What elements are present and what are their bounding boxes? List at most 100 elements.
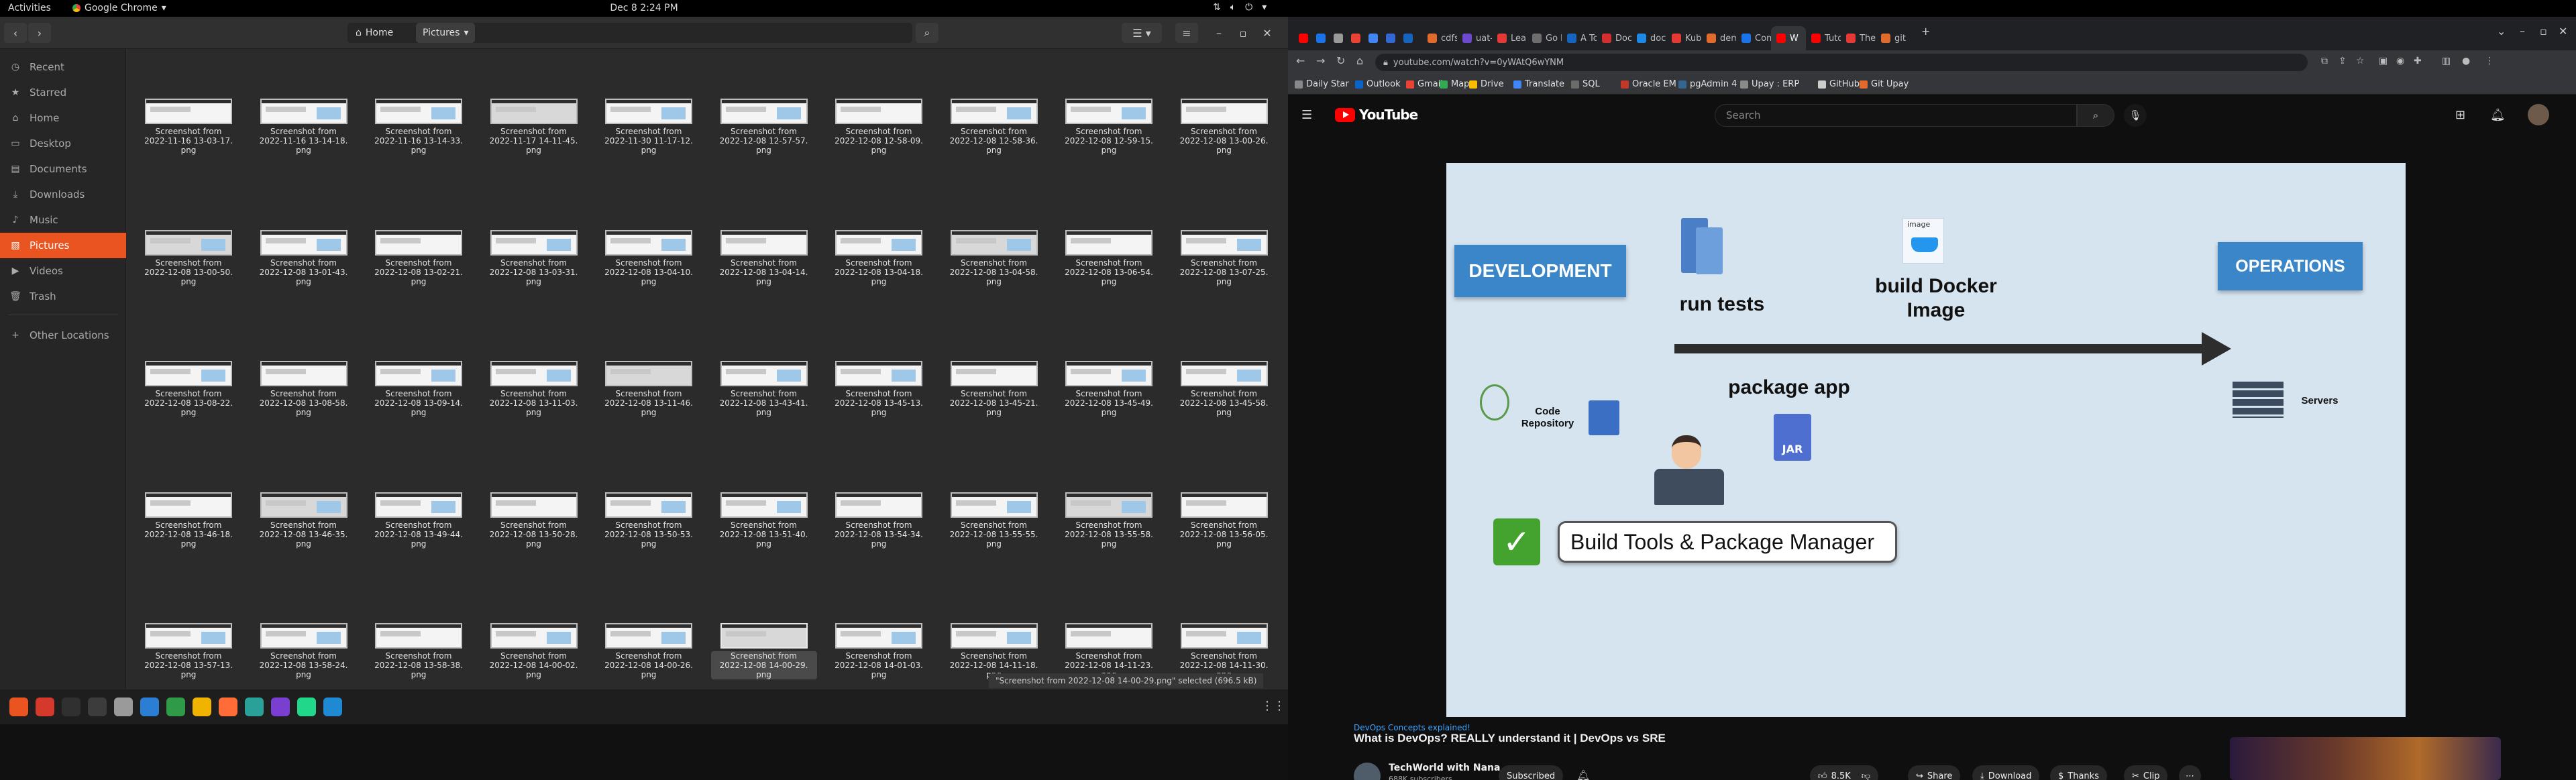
file-item[interactable]: Screenshot from 2022-11-30 11-17-12. png <box>596 99 696 172</box>
screenshot-tool-icon[interactable] <box>245 698 264 716</box>
share-button[interactable]: ↪ Share <box>1908 765 1961 780</box>
file-item[interactable]: Screenshot from 2022-12-08 13-51-40. png <box>711 492 812 566</box>
sidebar-item-recent[interactable]: ◷ Recent <box>0 54 126 80</box>
bookmark-pgadmin-4[interactable]: pgAdmin 4 <box>1678 79 1737 89</box>
split-view-icon[interactable]: ▥ <box>2442 56 2451 66</box>
file-item[interactable]: Screenshot from 2022-12-08 13-06-54. png <box>1056 229 1157 304</box>
browser-tab[interactable]: Go b <box>1527 26 1562 50</box>
install-icon[interactable]: ⧉ <box>2321 56 2328 66</box>
browser-tab[interactable] <box>1293 26 1311 50</box>
bookmark-drive[interactable]: Drive <box>1469 79 1504 89</box>
file-item[interactable]: Screenshot from 2022-12-08 12-58-36. png <box>941 99 1042 172</box>
file-item[interactable]: Screenshot from 2022-12-08 13-07-25. png <box>1171 229 1272 304</box>
file-item[interactable]: Screenshot from 2022-12-08 13-45-49. png <box>1056 361 1157 435</box>
file-item[interactable]: Screenshot from 2022-11-16 13-03-17. png <box>136 99 236 172</box>
more-actions-button[interactable]: ⋯ <box>2179 765 2201 780</box>
sidebar-item-home[interactable]: ⌂ Home <box>0 105 126 131</box>
file-item[interactable]: Screenshot from 2022-11-16 13-14-18. png <box>251 99 352 172</box>
forward-button[interactable]: › <box>28 23 51 43</box>
file-item[interactable]: Screenshot from 2022-12-08 13-58-24. png <box>251 623 352 697</box>
file-item[interactable]: Screenshot from 2022-12-08 13-49-44. png <box>366 492 466 566</box>
browser-tab[interactable]: dock <box>1631 26 1666 50</box>
browser-tab[interactable]: Doc <box>1597 26 1631 50</box>
file-item[interactable]: Screenshot from 2022-12-08 13-02-21. png <box>366 229 466 304</box>
close-button[interactable]: ✕ <box>1257 23 1277 43</box>
browser-tab[interactable]: Con <box>1736 26 1771 50</box>
download-button[interactable]: ⤓ Download <box>1972 765 2040 780</box>
extension-icon[interactable]: ▣ <box>2379 56 2387 66</box>
files-icon[interactable] <box>114 698 133 716</box>
file-item[interactable]: Screenshot from 2022-12-08 13-11-46. png <box>596 361 696 435</box>
file-item[interactable]: Screenshot from 2022-12-08 13-45-21. png <box>941 361 1042 435</box>
channel-name[interactable]: TechWorld with Nana <box>1389 763 1500 773</box>
create-video-icon[interactable]: ⊞ <box>2455 108 2465 122</box>
view-toggle-button[interactable]: ☰ ▾ <box>1122 23 1162 43</box>
file-item[interactable]: Screenshot from 2022-12-08 13-45-13. png <box>826 361 926 435</box>
file-item[interactable]: Screenshot from 2022-12-08 13-08-22. png <box>136 361 236 435</box>
file-item[interactable]: Screenshot from 2022-12-08 13-57-13. png <box>136 623 236 697</box>
file-item[interactable]: Screenshot from 2022-12-08 13-11-03. png <box>481 361 582 435</box>
reload-icon[interactable]: ↻ <box>1336 54 1345 67</box>
file-item[interactable]: Screenshot from 2022-12-08 14-01-03. png <box>826 623 926 697</box>
libreoffice-calc-icon[interactable] <box>166 698 185 716</box>
system-tray[interactable]: ⇅ 🔈︎ ⏻ ▾ <box>1213 2 1267 13</box>
file-item[interactable]: Screenshot from 2022-12-08 13-04-58. png <box>941 229 1042 304</box>
bookmark-translate[interactable]: Translate <box>1513 79 1564 89</box>
browser-tab[interactable]: Tuto <box>1806 26 1841 50</box>
youtube-logo[interactable]: YouTube <box>1335 107 1418 123</box>
chrome-icon[interactable] <box>193 698 211 716</box>
browser-tab[interactable]: git <box>1876 26 1911 50</box>
file-item[interactable]: Screenshot from 2022-12-08 13-04-14. png <box>711 229 812 304</box>
forward-arrow-icon[interactable]: → <box>1316 54 1325 67</box>
file-item[interactable]: Screenshot from 2022-12-08 13-54-34. png <box>826 492 926 566</box>
browser-tab[interactable]: dem <box>1701 26 1736 50</box>
file-item[interactable]: Screenshot from 2022-11-16 13-14-33. png <box>366 99 466 172</box>
new-tab-button[interactable]: + <box>1921 25 1930 38</box>
vscode-icon[interactable] <box>323 698 342 716</box>
file-item[interactable]: Screenshot from 2022-11-17 14-11-45. png <box>481 99 582 172</box>
postman-icon[interactable] <box>219 698 237 716</box>
bookmark-daily-star[interactable]: Daily Star <box>1295 79 1349 89</box>
browser-tab[interactable] <box>1363 26 1381 50</box>
file-item[interactable]: Screenshot from 2022-12-08 13-50-53. png <box>596 492 696 566</box>
sidebar-item-starred[interactable]: ★ Starred <box>0 80 126 105</box>
file-item[interactable]: Screenshot from 2022-12-08 13-00-26. png <box>1171 99 1272 172</box>
show-applications-icon[interactable]: ⋮⋮ <box>1261 699 1285 714</box>
home-icon[interactable]: ⌂ <box>1356 54 1363 67</box>
file-item[interactable]: Screenshot from 2022-12-08 12-57-57. png <box>711 99 812 172</box>
video-hashtags[interactable]: DevOps Concepts explained! <box>1354 723 1470 732</box>
maximize-button[interactable]: ▫ <box>1233 23 1253 43</box>
search-input[interactable]: Search <box>1715 104 2077 127</box>
profile-icon[interactable]: ● <box>2462 56 2470 66</box>
tab-search-icon[interactable]: ⌄ <box>2497 25 2506 38</box>
browser-tab[interactable] <box>1346 26 1363 50</box>
notifications-bell-icon[interactable]: 🔔︎ <box>2490 108 2506 122</box>
terminal-icon[interactable] <box>88 698 107 716</box>
address-bar[interactable]: 🔒︎ youtube.com/watch?v=0yWAtQ6wYNM <box>1375 54 2308 71</box>
file-item[interactable]: Screenshot from 2022-12-08 14-00-29. png <box>710 623 817 697</box>
pycharm-icon[interactable] <box>297 698 316 716</box>
browser-tab[interactable]: Kub <box>1666 26 1701 50</box>
back-arrow-icon[interactable]: ← <box>1296 54 1305 67</box>
sidebar-item-trash[interactable]: 🗑︎ Trash <box>0 284 126 309</box>
file-item[interactable]: Screenshot from 2022-12-08 13-43-41. png <box>711 361 812 435</box>
bookmark-upay-erp[interactable]: Upay : ERP <box>1740 79 1799 89</box>
jetbrains-icon[interactable] <box>271 698 290 716</box>
browser-tab[interactable]: The <box>1841 26 1876 50</box>
bookmark-gmail[interactable]: Gmail <box>1406 79 1443 89</box>
clock[interactable]: Dec 8 2:24 PM <box>0 3 1288 13</box>
minimize-icon[interactable]: – <box>2520 25 2525 38</box>
bookmark-git-upay[interactable]: Git Upay <box>1860 79 1909 89</box>
browser-tab[interactable] <box>1398 26 1415 50</box>
hamburger-icon[interactable]: ☰ <box>1301 108 1312 122</box>
sidebar-item-other-locations[interactable]: + Other Locations <box>0 323 126 348</box>
file-item[interactable]: Screenshot from 2022-12-08 13-56-05. png <box>1171 492 1272 566</box>
bookmark-oracle-em[interactable]: Oracle EM <box>1621 79 1676 89</box>
close-icon[interactable]: ✕ <box>2559 25 2567 38</box>
puzzle-icon[interactable]: ✚ <box>2414 56 2422 66</box>
subscribed-button[interactable]: Subscribed <box>1499 765 1564 780</box>
bookmark-outlook[interactable]: Outlook <box>1355 79 1401 89</box>
search-button[interactable]: ⌕ <box>916 23 938 43</box>
search-button[interactable]: ⌕ <box>2077 104 2114 127</box>
kebab-menu-icon[interactable]: ⋮ <box>2485 56 2494 66</box>
